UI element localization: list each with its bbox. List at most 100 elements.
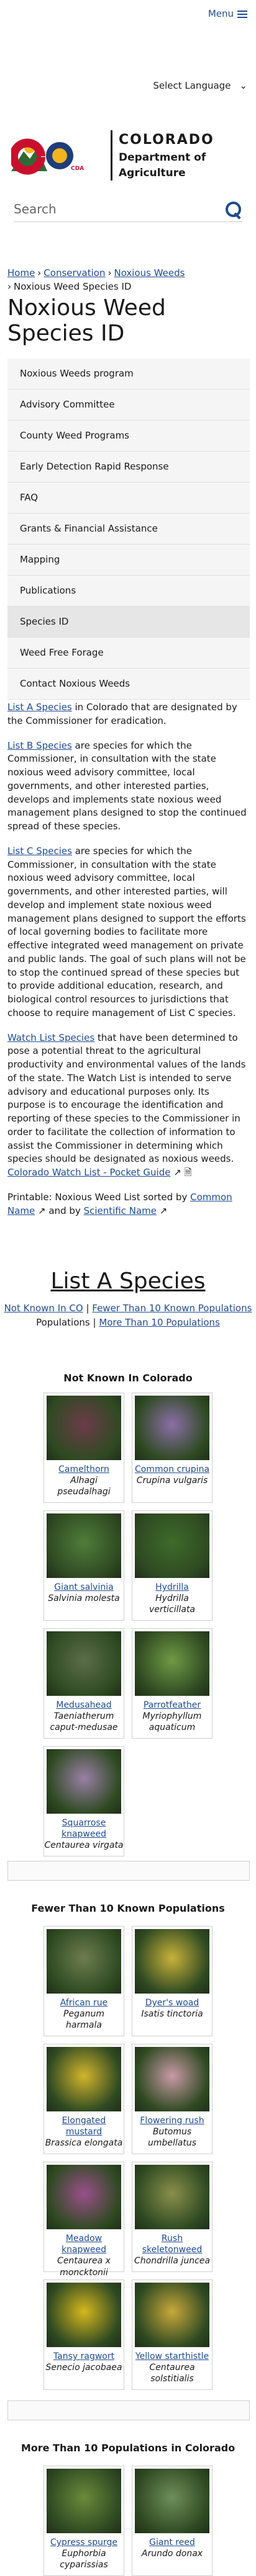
logo-line2: Department of Agriculture [119,151,206,179]
breadcrumb-current: Noxious Weed Species ID [14,280,132,292]
breadcrumb-noxious-weeds[interactable]: Noxious Weeds [114,267,185,279]
species-photo[interactable] [47,2047,121,2111]
sidebar-item-noxious-weeds-program[interactable]: Noxious Weeds program [7,359,250,390]
species-common-name[interactable]: Yellow starthistle [132,2351,212,2362]
sidebar-item-edrr[interactable]: Early Detection Rapid Response [7,452,250,483]
species-common-name[interactable]: Camelthorn [44,1464,124,1475]
species-photo[interactable] [47,1396,121,1460]
species-scientific-name: Senecio jacobaea [45,2363,122,2373]
sidebar-item-grants[interactable]: Grants & Financial Assistance [7,514,250,545]
species-card[interactable]: Elongated mustard Brassica elongata [43,2044,124,2154]
species-scientific-name: Chondrilla juncea [134,2256,210,2266]
top-bar: Menu [0,0,256,31]
sidebar-item-mapping[interactable]: Mapping [7,545,250,576]
species-card[interactable]: Squarrose knapweed Centaurea virgata [43,1746,124,1856]
printable-line: Printable: Noxious Weed List sorted by C… [7,1191,232,1216]
language-select[interactable]: Select Language ⌄ [153,79,247,93]
species-card[interactable]: Giant reed Arundo donax [132,2466,213,2576]
species-common-name[interactable]: Dyer's woad [132,1997,212,2008]
species-photo[interactable] [135,1631,209,1696]
species-common-name[interactable]: Cypress spurge [44,2537,124,2548]
species-scientific-name: Centaurea solstitialis [149,2363,195,2384]
sidebar-item-publications[interactable]: Publications [7,576,250,607]
sidebar-nav: Noxious Weeds program Advisory Committee… [7,359,250,700]
watch-list-link[interactable]: Watch List Species [7,1032,94,1043]
species-scientific-name: Butomus umbellatus [147,2127,197,2149]
species-photo[interactable] [135,2047,209,2111]
breadcrumb-conservation[interactable]: Conservation [43,267,105,279]
species-photo[interactable] [47,2165,121,2229]
language-label: Select Language [153,80,231,91]
hamburger-icon [237,9,247,20]
search-icon[interactable] [225,201,242,218]
species-card[interactable]: Yellow starthistle Centaurea solstitialis [132,2280,213,2390]
species-card[interactable]: African rue Peganum harmala [43,1926,124,2036]
species-scientific-name: Isatis tinctoria [141,2009,203,2020]
species-common-name[interactable]: Giant reed [132,2537,212,2548]
sidebar-item-county-weed-programs[interactable]: County Weed Programs [7,421,250,452]
sidebar-item-weed-free-forage[interactable]: Weed Free Forage [7,638,250,669]
species-common-name[interactable]: Squarrose knapweed [44,1817,124,1840]
species-card[interactable]: Camelthorn Alhagi pseudalhagi [43,1393,124,1503]
species-common-name[interactable]: Hydrilla [132,1582,212,1593]
group-heading-more-than-10: More Than 10 Populations in Colorado [21,2442,235,2454]
jump-fewer-than-10[interactable]: Fewer Than 10 Known Populations [92,1303,252,1314]
site-logo[interactable]: CDA COLORADO Department of Agriculture [9,130,256,181]
species-photo[interactable] [47,1929,121,1994]
search-bar[interactable]: Search [14,197,242,222]
species-scientific-name: Taeniatherum caput-medusae [50,1711,118,1733]
sidebar-item-species-id[interactable]: Species ID [7,607,250,638]
species-card[interactable]: Cypress spurge Euphorbia cyparissias [43,2466,124,2576]
species-photo[interactable] [47,2469,121,2533]
sidebar-item-advisory-committee[interactable]: Advisory Committee [7,390,250,421]
species-card[interactable]: Dyer's woad Isatis tinctoria [132,1926,213,2036]
species-card[interactable]: Medusahead Taeniatherum caput-medusae [43,1628,124,1739]
species-photo[interactable] [135,1513,209,1578]
species-card[interactable]: Flowering rush Butomus umbellatus [132,2044,213,2154]
species-photo[interactable] [47,1631,121,1696]
species-common-name[interactable]: Flowering rush [132,2115,212,2126]
species-common-name[interactable]: Medusahead [44,1700,124,1711]
species-card[interactable]: Giant salvinia Salvinia molesta [43,1510,124,1621]
species-common-name[interactable]: Rush skeletonweed [132,2233,212,2255]
species-photo[interactable] [47,1749,121,1814]
page-title: Noxious Weed Species ID [7,295,166,347]
species-card[interactable]: Meadow knapweed Centaurea x moncktonii [43,2162,124,2278]
species-card[interactable]: Rush skeletonweed Chondrilla juncea [132,2162,213,2272]
jump-more-than-10[interactable]: More Than 10 Populations [99,1317,220,1328]
species-photo[interactable] [47,2283,121,2347]
species-common-name[interactable]: Common crupina [132,1464,212,1475]
species-card[interactable]: Tansy ragwort Senecio jacobaea [43,2280,124,2390]
species-common-name[interactable]: Giant salvinia [44,1582,124,1593]
species-card[interactable]: Parrotfeather Myriophyllum aquaticum [132,1628,213,1739]
species-common-name[interactable]: Elongated mustard [44,2115,124,2137]
sidebar-item-contact[interactable]: Contact Noxious Weeds [7,669,250,700]
species-common-name[interactable]: Tansy ragwort [44,2351,124,2362]
species-common-name[interactable]: African rue [44,1997,124,2008]
logo-line1: COLORADO [119,132,214,148]
species-photo[interactable] [135,2165,209,2229]
list-a-section: List A Species Not Known In CO | Fewer T… [0,1265,256,1329]
list-a-link[interactable]: List A Species [7,702,72,713]
scientific-name-link[interactable]: Scientific Name [84,1205,157,1216]
menu-button[interactable]: Menu [208,7,247,21]
species-common-name[interactable]: Parrotfeather [132,1700,212,1711]
search-input[interactable]: Search [14,200,225,218]
species-photo[interactable] [135,2283,209,2347]
species-scientific-name: Salvinia molesta [48,1593,120,1604]
species-common-name[interactable]: Meadow knapweed [44,2233,124,2255]
list-c-link[interactable]: List C Species [7,845,72,857]
species-card[interactable]: Common crupina Crupina vulgaris [132,1393,213,1503]
pocket-guide-link[interactable]: Colorado Watch List - Pocket Guide [7,1167,170,1178]
list-b-link[interactable]: List B Species [7,740,72,751]
species-photo[interactable] [135,1929,209,1994]
species-card[interactable]: Hydrilla Hydrilla verticillata [132,1510,213,1621]
sidebar-item-faq[interactable]: FAQ [7,483,250,514]
group-heading-fewer-than-10: Fewer Than 10 Known Populations [31,1902,225,1914]
species-photo[interactable] [135,1396,209,1460]
breadcrumb-home[interactable]: Home [7,267,35,279]
species-photo[interactable] [47,1513,121,1578]
section-divider [7,1861,250,1881]
species-photo[interactable] [135,2469,209,2533]
jump-not-known[interactable]: Not Known In CO [4,1303,83,1314]
